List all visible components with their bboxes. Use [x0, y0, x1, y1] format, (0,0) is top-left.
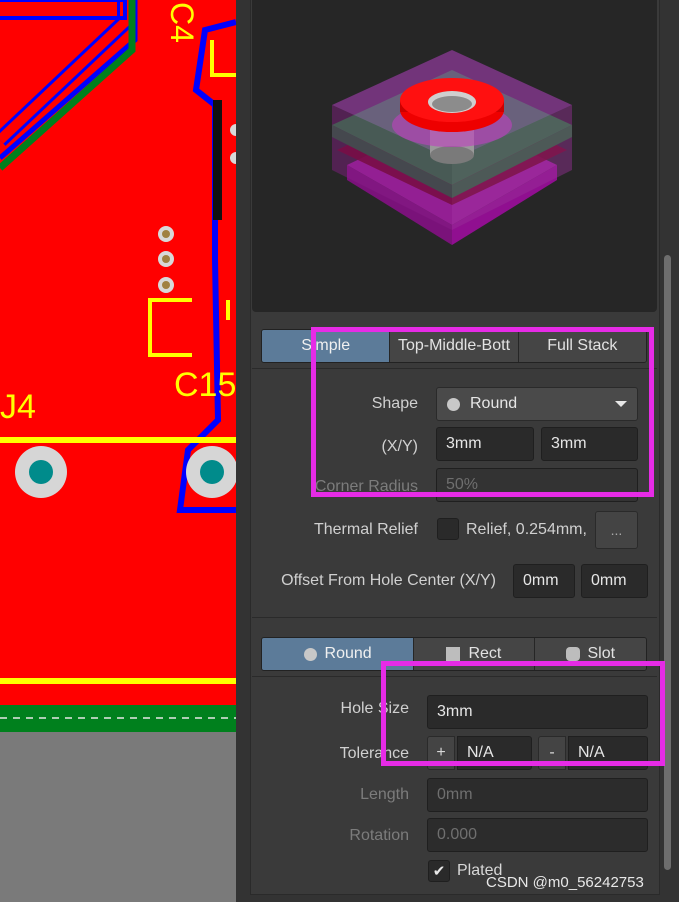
pad-3d-preview[interactable]: [252, 0, 657, 312]
rotation-label: Rotation: [349, 827, 409, 844]
square-icon: [446, 647, 461, 661]
circle-icon: [303, 647, 317, 661]
silk-label-j4: J4: [0, 388, 36, 426]
annotation-highlight-hole-size: [381, 661, 665, 766]
plated-checkbox[interactable]: ✔: [428, 860, 450, 882]
length-label: Length: [360, 786, 409, 803]
thermal-relief-label: Thermal Relief: [313, 521, 418, 538]
thermal-relief-checkbox[interactable]: [437, 518, 459, 540]
rotation-input: 0.000: [427, 818, 648, 852]
tab-hole-round-label: Round: [324, 645, 372, 662]
pad-stack-3d-render: [332, 50, 572, 245]
pcb-drawing: [0, 0, 236, 902]
section-divider: [252, 617, 657, 618]
silk-label-c4: C4: [164, 2, 200, 43]
offset-y-input[interactable]: 0mm: [581, 564, 648, 598]
watermark: CSDN @m0_56242753: [486, 874, 644, 891]
length-input: 0mm: [427, 778, 648, 812]
checkmark-icon: ✔: [432, 863, 446, 880]
silk-label-c15: C15: [174, 366, 236, 404]
panel-scrollbar[interactable]: [664, 255, 671, 870]
pcb-canvas[interactable]: C4 J4 C15: [0, 0, 236, 902]
offset-x-input[interactable]: 0mm: [513, 564, 575, 598]
offset-label: Offset From Hole Center (X/Y): [281, 572, 496, 589]
rounded-square-icon: [565, 647, 580, 661]
thermal-relief-value: Relief, 0.254mm,: [466, 521, 587, 538]
annotation-highlight-pad-shape: [311, 327, 654, 497]
thermal-relief-settings-button[interactable]: ...: [595, 511, 638, 549]
